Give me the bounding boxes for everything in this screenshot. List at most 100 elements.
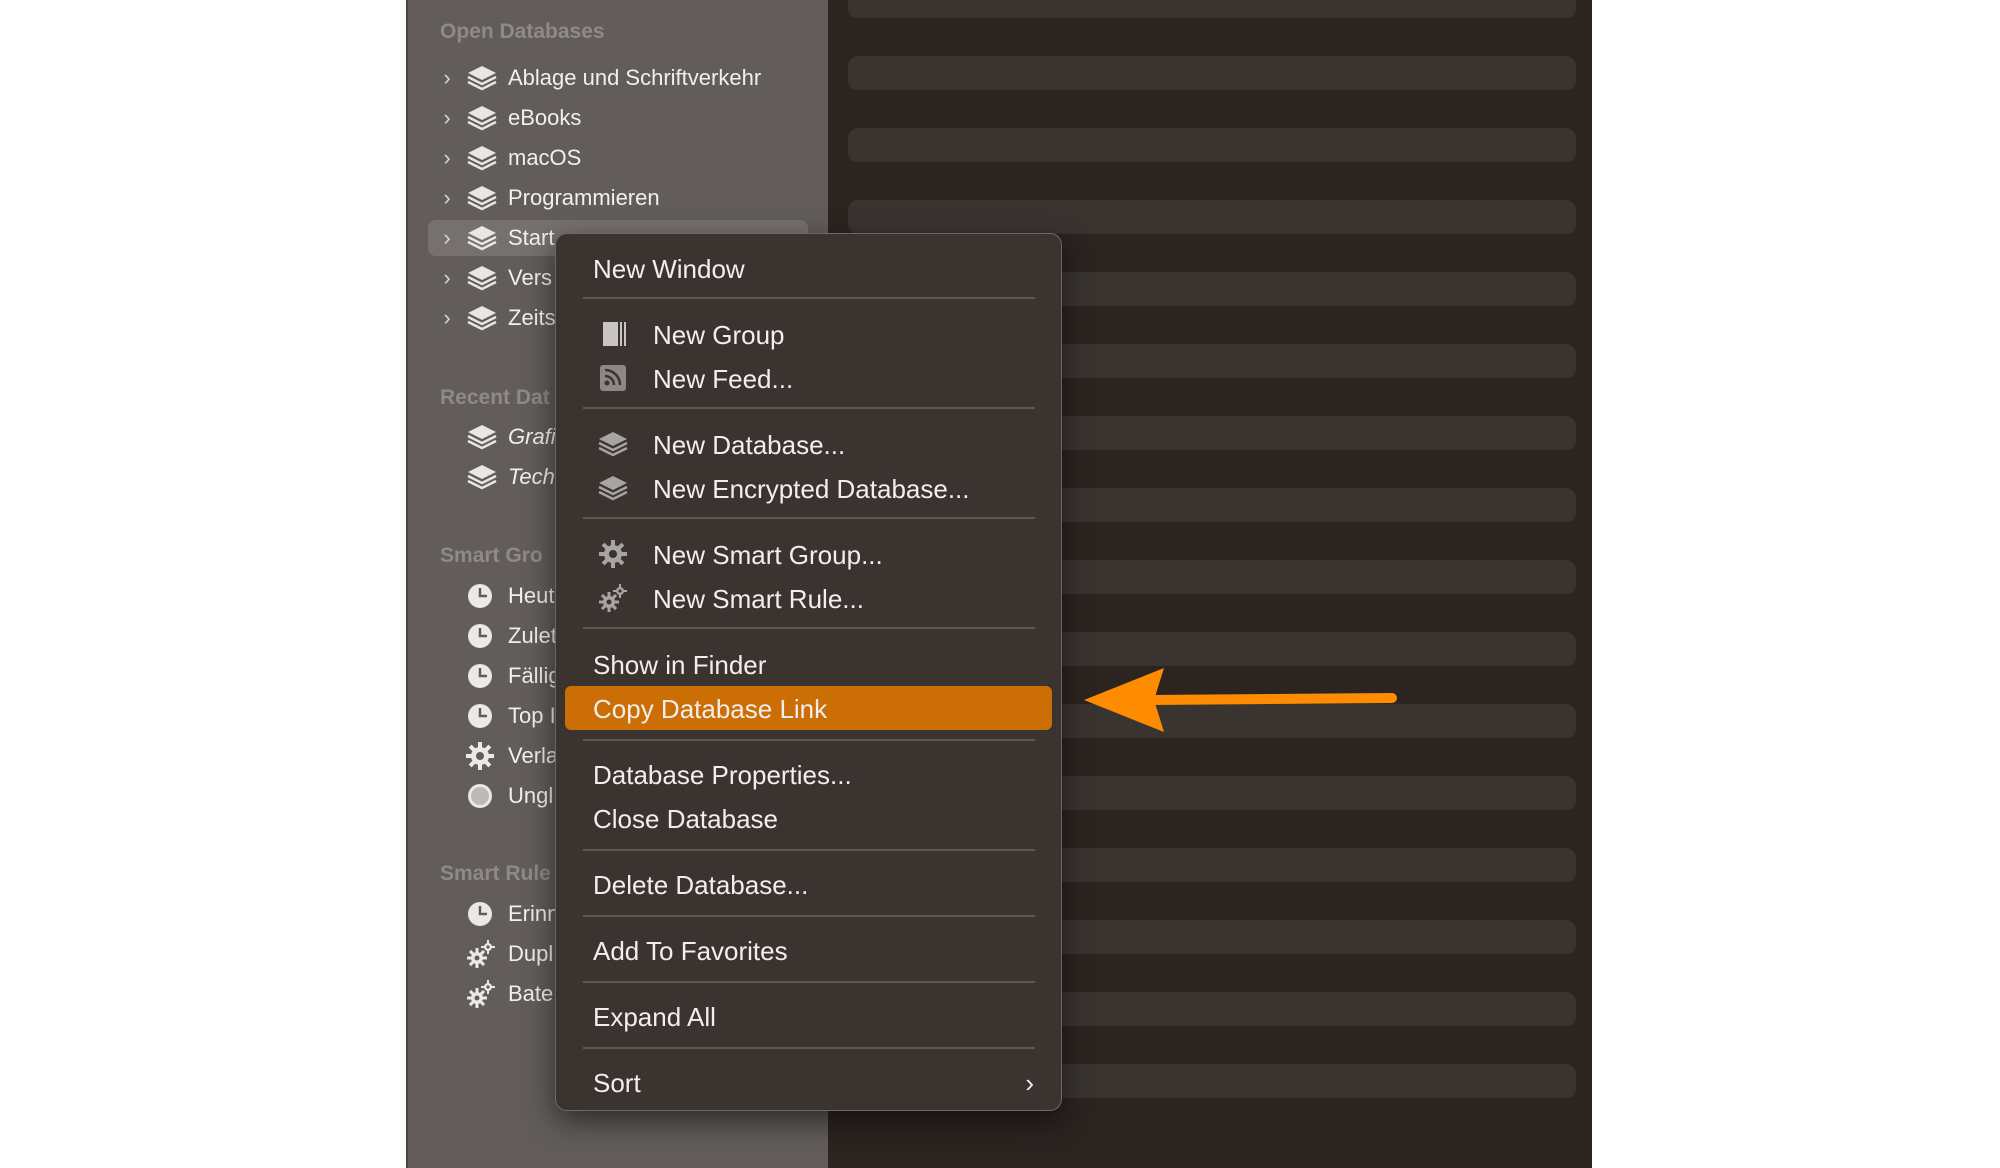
menu-separator: [583, 517, 1035, 519]
menu-item-label: Close Database: [593, 804, 778, 834]
database-icon: [597, 429, 629, 459]
menu-item-label: New Smart Rule...: [653, 584, 864, 614]
database-icon: [466, 184, 498, 212]
disclosure-chevron-icon[interactable]: ›: [436, 107, 458, 129]
menu-item-close-database[interactable]: Close Database: [565, 796, 1052, 840]
menu-item-new-feed[interactable]: New Feed...: [565, 356, 1052, 400]
menu-item-label: New Smart Group...: [653, 540, 883, 570]
list-row-placeholder: [848, 56, 1576, 90]
sidebar-item-label: eBooks: [508, 105, 582, 130]
menu-item-new-database[interactable]: New Database...: [565, 422, 1052, 466]
menu-item-new-group[interactable]: New Group: [565, 312, 1052, 356]
menu-separator: [583, 849, 1035, 851]
menu-item-label: New Window: [593, 254, 745, 284]
gear-icon: [466, 742, 498, 770]
menu-item-label: New Feed...: [653, 364, 794, 394]
menu-separator: [583, 1047, 1035, 1049]
sidebar-item-label: Tech: [508, 464, 555, 489]
menu-item-label: Database Properties...: [593, 760, 852, 790]
sidebar-item-label: Vers: [508, 265, 553, 290]
menu-item-label: Add To Favorites: [593, 936, 788, 966]
disclosure-chevron-icon[interactable]: ›: [436, 307, 458, 329]
menu-separator: [583, 297, 1035, 299]
list-row-placeholder: [848, 0, 1576, 18]
disclosure-chevron-icon[interactable]: ›: [436, 147, 458, 169]
database-icon: [466, 304, 498, 332]
sidebar-item-label: Verla: [508, 743, 559, 768]
menu-item-show-in-finder[interactable]: Show in Finder: [565, 642, 1052, 686]
menu-separator: [583, 981, 1035, 983]
sidebar-item-label: Zeits: [508, 305, 556, 330]
menu-item-label: Expand All: [593, 1002, 716, 1032]
sidebar-item-label: Ungl: [508, 783, 554, 808]
sidebar-item-label: Bate: [508, 981, 554, 1006]
sidebar-item-label: Start: [508, 225, 555, 250]
database-icon: [466, 224, 498, 252]
annotation-arrow-icon: [1084, 668, 1397, 732]
submenu-chevron-icon: ›: [1025, 1068, 1034, 1098]
menu-item-new-encrypted-database[interactable]: New Encrypted Database...: [565, 466, 1052, 510]
menu-item-label: New Encrypted Database...: [653, 474, 970, 504]
menu-separator: [583, 915, 1035, 917]
gears-icon: [466, 940, 498, 968]
section-title-open-databases: Open Databases: [440, 20, 605, 43]
menu-item-label: New Database...: [653, 430, 846, 460]
clock-icon: [466, 582, 498, 610]
menu-separator: [583, 627, 1035, 629]
database-icon: [466, 264, 498, 292]
database-icon: [466, 463, 498, 491]
menu-item-database-properties[interactable]: Database Properties...: [565, 752, 1052, 796]
list-row-placeholder: [848, 128, 1576, 162]
menu-item-delete-database[interactable]: Delete Database...: [565, 862, 1052, 906]
sidebar-item[interactable]: › Ablage und Schriftverkehr: [428, 60, 808, 96]
sidebar-item-label: Fällig: [508, 663, 561, 688]
database-icon: [466, 144, 498, 172]
menu-item-label: Copy Database Link: [593, 694, 828, 724]
clock-icon: [466, 622, 498, 650]
sidebar-item[interactable]: › macOS: [428, 140, 808, 176]
database-icon: [466, 104, 498, 132]
menu-separator: [583, 407, 1035, 409]
database-icon: [466, 64, 498, 92]
disclosure-chevron-icon[interactable]: ›: [436, 187, 458, 209]
section-title-smart-rules: Smart Rule: [440, 862, 551, 885]
menu-item-label: New Group: [653, 320, 785, 350]
sidebar-item-label: Top I: [508, 703, 556, 728]
list-row-placeholder: [848, 200, 1576, 234]
clock-icon: [466, 702, 498, 730]
menu-item-copy-database-link[interactable]: Copy Database Link: [565, 686, 1052, 730]
menu-item-new-smart-group[interactable]: New Smart Group...: [565, 532, 1052, 576]
circle-icon: [466, 782, 498, 810]
menu-item-expand-all[interactable]: Expand All: [565, 994, 1052, 1038]
menu-item-new-smart-rule[interactable]: New Smart Rule...: [565, 576, 1052, 620]
disclosure-chevron-icon[interactable]: ›: [436, 227, 458, 249]
encrypted-database-icon: [597, 473, 629, 503]
menu-item-label: Delete Database...: [593, 870, 809, 900]
menu-item-label: Sort: [593, 1068, 641, 1098]
sidebar-item[interactable]: › eBooks: [428, 100, 808, 136]
menu-item-add-to-favorites[interactable]: Add To Favorites: [565, 928, 1052, 972]
disclosure-chevron-icon[interactable]: ›: [436, 267, 458, 289]
section-title-recent-databases: Recent Dat: [440, 386, 550, 409]
gear-icon: [597, 539, 629, 569]
sidebar-item-label: Grafi: [508, 424, 556, 449]
menu-item-sort[interactable]: Sort ›: [565, 1060, 1052, 1104]
sidebar-item-label: Ablage und Schriftverkehr: [508, 65, 762, 90]
sidebar-item-label: Dupl: [508, 941, 554, 966]
sidebar-item-label: Zulet: [508, 623, 557, 648]
sidebar-item-label: macOS: [508, 145, 582, 170]
rss-feed-icon: [597, 363, 629, 393]
sidebar-item-label: Heut: [508, 583, 555, 608]
group-icon: [597, 319, 629, 349]
menu-separator: [583, 739, 1035, 741]
sidebar-item-label: Programmieren: [508, 185, 660, 210]
disclosure-chevron-icon[interactable]: ›: [436, 67, 458, 89]
gears-icon: [597, 583, 629, 613]
context-menu: New Window New Group New Feed... New Dat…: [555, 233, 1062, 1111]
sidebar-item[interactable]: › Programmieren: [428, 180, 808, 216]
gears-icon: [466, 980, 498, 1008]
clock-icon: [466, 900, 498, 928]
sidebar-item-label: Erinn: [508, 901, 560, 926]
menu-item-new-window[interactable]: New Window: [565, 246, 1052, 290]
menu-item-label: Show in Finder: [593, 650, 767, 680]
